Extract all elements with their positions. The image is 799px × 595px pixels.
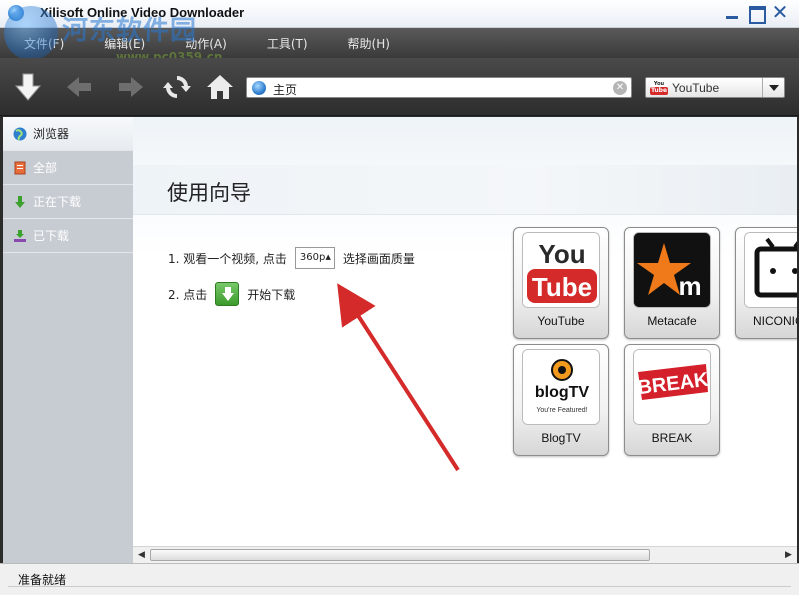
maximize-button[interactable]	[747, 4, 766, 24]
status-divider	[8, 586, 791, 590]
menu-help[interactable]: 帮助(H)	[348, 35, 390, 52]
step2-text: 2. 点击	[168, 287, 208, 302]
svg-text:You: You	[538, 239, 585, 269]
refresh-button[interactable]	[162, 72, 192, 102]
title-bar: Xilisoft Online Video Downloader ✕	[0, 0, 799, 28]
youtube-logo-icon: You Tube	[522, 232, 600, 308]
address-bar[interactable]: 主页 ✕	[246, 77, 632, 98]
site-tile-youtube[interactable]: You Tube YouTube	[513, 227, 609, 339]
chevron-down-icon[interactable]	[762, 78, 784, 97]
guide-step-1: 1. 观看一个视频, 点击 360p ▲ 选择画面质量	[168, 247, 415, 269]
globe-icon	[252, 81, 266, 95]
sidebar-item-downloading[interactable]: 正在下载	[3, 185, 133, 219]
site-tile-niconico[interactable]: NICONICO	[735, 227, 797, 339]
niconico-tv-icon	[744, 232, 797, 308]
caret-up-icon: ▲	[325, 253, 331, 261]
forward-arrow-icon	[119, 77, 143, 97]
tile-label: BlogTV	[541, 431, 581, 445]
site-selector[interactable]: You Tube YouTube	[645, 77, 785, 98]
refresh-icon	[163, 75, 191, 99]
youtube-mini-logo-icon: You Tube	[650, 81, 668, 95]
sidebar-item-label: 全部	[33, 161, 58, 175]
step1-suffix: 选择画面质量	[342, 251, 415, 266]
site-selector-value: YouTube	[672, 81, 720, 95]
site-tile-blogtv[interactable]: blogTV You're Featured! BlogTV	[513, 344, 609, 456]
download-button[interactable]	[13, 72, 43, 102]
svg-text:You're Featured!: You're Featured!	[536, 407, 587, 414]
home-button[interactable]	[205, 72, 235, 102]
sidebar-item-label: 已下载	[33, 229, 70, 243]
horizontal-scrollbar[interactable]: ◀ ▶	[133, 546, 797, 563]
download-sample-icon	[215, 282, 240, 306]
address-input[interactable]: 主页	[273, 81, 297, 98]
site-tile-metacafe[interactable]: m Metacafe	[624, 227, 720, 339]
minimize-button[interactable]	[723, 4, 741, 22]
sidebar-item-browser[interactable]: 浏览器	[3, 117, 133, 151]
menu-file[interactable]: 文件(F)	[24, 35, 64, 52]
sidebar-item-downloaded[interactable]: 已下载	[3, 219, 133, 253]
site-tile-break[interactable]: BREAK BREAK	[624, 344, 720, 456]
sidebar-item-label: 正在下载	[33, 195, 82, 209]
forward-button[interactable]	[116, 72, 146, 102]
guide-step-2: 2. 点击 开始下载	[168, 282, 295, 306]
break-logo-icon: BREAK	[633, 349, 711, 425]
downloaded-icon	[14, 229, 26, 242]
tile-label: YouTube	[537, 314, 585, 328]
tile-label: Metacafe	[647, 314, 697, 328]
sidebar: 浏览器 全部 正在下载 已下载	[3, 117, 133, 563]
download-arrow-icon	[15, 195, 25, 208]
scroll-left-icon[interactable]: ◀	[133, 547, 150, 563]
back-arrow-icon	[67, 77, 91, 97]
quality-selector-sample: 360p ▲	[294, 247, 335, 269]
home-icon	[207, 75, 233, 99]
globe-icon	[13, 127, 27, 140]
step2-suffix: 开始下载	[247, 287, 296, 302]
blogtv-logo-icon: blogTV You're Featured!	[522, 349, 600, 425]
sidebar-item-label: 浏览器	[33, 127, 70, 141]
clear-address-button[interactable]: ✕	[613, 81, 627, 95]
browser-content: 使用向导 1. 观看一个视频, 点击 360p ▲ 选择画面质量 2. 点击 开…	[133, 117, 797, 546]
guide-title: 使用向导	[167, 181, 251, 205]
document-icon	[14, 161, 26, 174]
back-button[interactable]	[64, 72, 94, 102]
scrollbar-thumb[interactable]	[150, 549, 650, 561]
download-arrow-icon	[14, 73, 42, 101]
sidebar-item-all[interactable]: 全部	[3, 151, 133, 185]
scroll-right-icon[interactable]: ▶	[780, 547, 797, 563]
menu-action[interactable]: 动作(A)	[185, 35, 227, 52]
close-button[interactable]: ✕	[771, 2, 789, 22]
status-bar: 准备就绪	[0, 563, 799, 595]
toolbar: 主页 ✕ You Tube YouTube	[0, 58, 799, 116]
step1-text: 1. 观看一个视频, 点击	[168, 251, 287, 266]
window-title: Xilisoft Online Video Downloader	[40, 5, 245, 20]
menu-tools[interactable]: 工具(T)	[267, 35, 308, 52]
svg-text:blogTV: blogTV	[535, 384, 590, 401]
svg-text:Tube: Tube	[532, 272, 592, 302]
tile-label: NICONICO	[753, 314, 797, 328]
metacafe-logo-icon: m	[633, 232, 711, 308]
menu-bar: 文件(F) 编辑(E) 动作(A) 工具(T) 帮助(H)	[0, 28, 799, 58]
svg-text:m: m	[678, 271, 701, 301]
tile-label: BREAK	[651, 431, 693, 445]
app-icon	[8, 5, 24, 21]
menu-edit[interactable]: 编辑(E)	[104, 35, 145, 52]
window-controls: ✕	[723, 2, 789, 24]
